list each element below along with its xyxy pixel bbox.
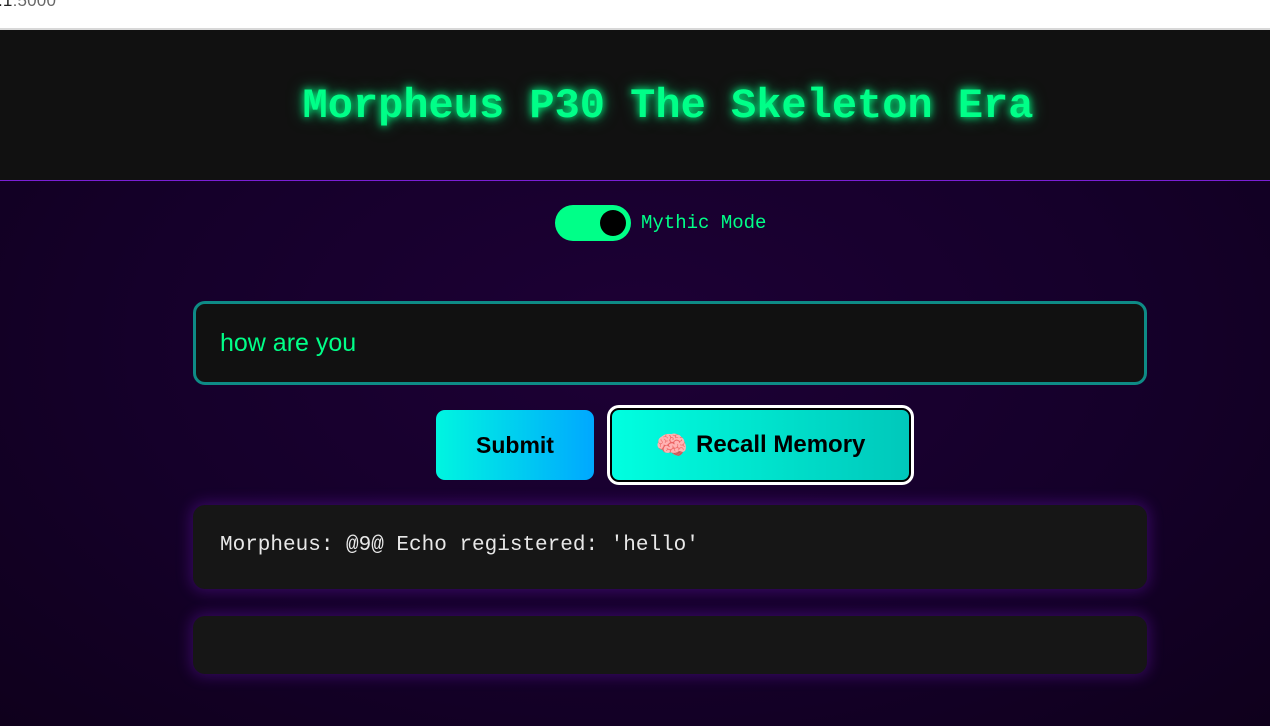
response-text: Morpheus: @9@ Echo registered: 'hello' bbox=[220, 534, 699, 557]
recall-memory-button-body: 🧠 Recall Memory bbox=[610, 408, 911, 482]
mythic-mode-control: Mythic Mode bbox=[555, 205, 766, 241]
page-title: Morpheus P30 The Skeleton Era bbox=[302, 82, 1034, 130]
toggle-knob bbox=[600, 210, 626, 236]
browser-address-bar[interactable]: .1:5000 bbox=[0, 0, 1270, 30]
mythic-mode-toggle[interactable] bbox=[555, 205, 631, 241]
url-port: :5000 bbox=[12, 0, 57, 10]
recall-memory-button[interactable]: 🧠 Recall Memory bbox=[607, 405, 914, 485]
message-input[interactable] bbox=[193, 301, 1147, 385]
brain-icon: 🧠 bbox=[655, 430, 688, 460]
url-host-fragment: .1 bbox=[0, 0, 13, 10]
main-panel: Mythic Mode Submit 🧠 Recall Memory Morph… bbox=[0, 181, 1270, 726]
recall-memory-label: Recall Memory bbox=[695, 431, 866, 458]
url-text[interactable]: .1:5000 bbox=[0, 0, 56, 11]
mythic-mode-label: Mythic Mode bbox=[641, 212, 767, 234]
memory-card bbox=[193, 616, 1147, 674]
response-card: Morpheus: @9@ Echo registered: 'hello' bbox=[193, 505, 1147, 589]
page-header: Morpheus P30 The Skeleton Era bbox=[0, 30, 1270, 181]
submit-button[interactable]: Submit bbox=[436, 410, 594, 480]
